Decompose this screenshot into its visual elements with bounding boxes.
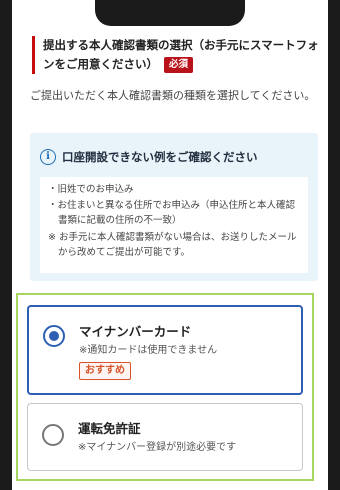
option-note: ※通知カードは使用できません (79, 345, 218, 356)
required-badge: 必須 (164, 57, 194, 73)
option-my-number-card[interactable]: マイナンバーカード ※通知カードは使用できません おすすめ (27, 305, 303, 395)
option-drivers-license[interactable]: 運転免許証 ※マイナンバー登録が別途必要です (27, 403, 303, 471)
option-note: ※マイナンバー登録が別途必要です (78, 442, 237, 453)
section-description: ご提出いただく本人確認書類の種類を選択してください。 (30, 89, 316, 102)
info-heading-text: 口座開設できない例をご確認ください (62, 150, 258, 164)
option-label: マイナンバーカード (79, 324, 192, 339)
radio-button-selected[interactable] (43, 325, 65, 347)
info-note: ※ お手元に本人確認書類がない場合は、お送りしたメールから改めてご提出が可能です… (48, 231, 297, 259)
recommend-badge: おすすめ (79, 362, 131, 380)
info-heading: i 口座開設できない例をご確認ください (40, 147, 310, 167)
info-bullet: 旧姓でのお申込み (48, 182, 300, 198)
info-list: 旧姓でのお申込み お住まいと異なる住所でお申込み（申込住所と本人確認書類に記載の… (40, 177, 308, 273)
info-bullet: お住まいと異なる住所でお申込み（申込住所と本人確認書類に記載の住所の不一致） (48, 198, 300, 229)
option-label: 運転免許証 (78, 421, 141, 436)
radio-button-unselected[interactable] (42, 424, 64, 446)
phone-notch (95, 0, 245, 26)
info-icon: i (40, 149, 56, 165)
phone-frame: 提出する本人確認書類の選択（お手元にスマートフォンをご用意ください） 必須 ご提出… (0, 0, 340, 490)
info-box: i 口座開設できない例をご確認ください 旧姓でのお申込み お住まいと異なる住所で… (30, 133, 318, 281)
section-title: 提出する本人確認書類の選択（お手元にスマートフォンをご用意ください） 必須 (32, 36, 322, 74)
